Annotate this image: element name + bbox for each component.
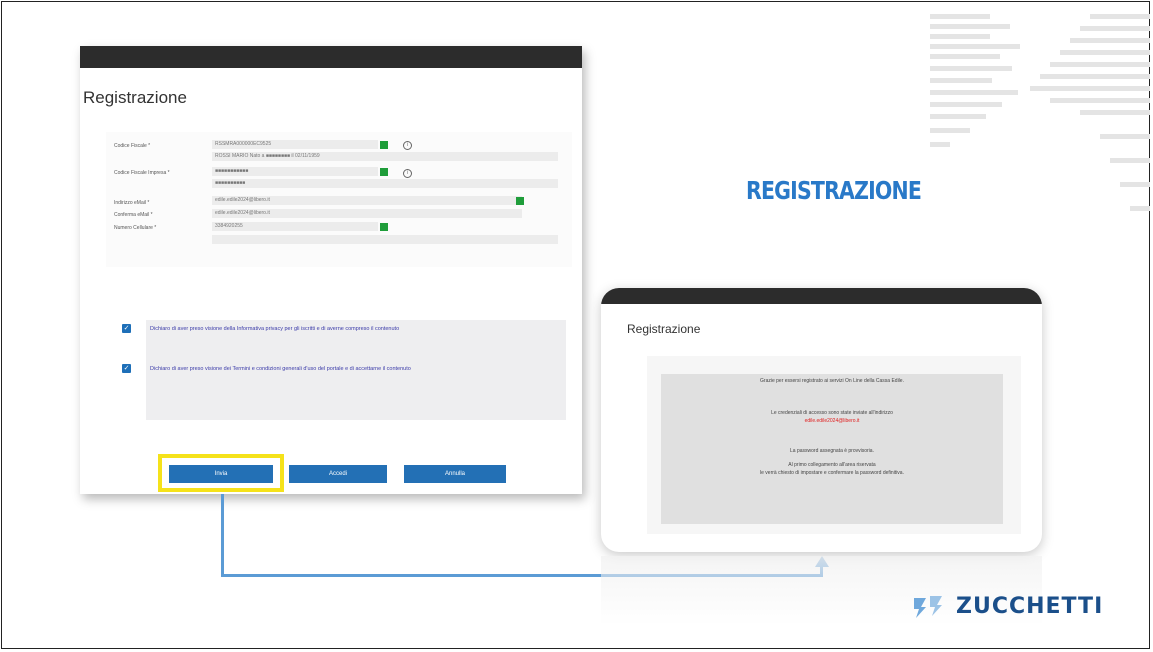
- registration-form: Codice Fiscale * RSSMRA000000EC9525 i RO…: [106, 132, 572, 267]
- decorative-stripes: [930, 8, 1150, 248]
- confirm-email-label: Conferma eMail *: [114, 212, 153, 218]
- zucchetti-logo-icon: [914, 596, 942, 618]
- mobile-details: [212, 235, 558, 244]
- codice-fiscale-impresa-input[interactable]: ■■■■■■■■■■■: [212, 167, 378, 176]
- annulla-button[interactable]: Annulla: [404, 465, 506, 483]
- codice-fiscale-input[interactable]: RSSMRA000000EC9525: [212, 140, 378, 149]
- confirmation-title: Registrazione: [627, 322, 701, 336]
- info-icon[interactable]: i: [403, 141, 412, 150]
- valid-icon: [380, 141, 388, 149]
- thanks-text: Grazie per essersi registrato ai servizi…: [760, 378, 904, 384]
- credentials-text: Le credenziali di accesso sono state inv…: [771, 410, 893, 416]
- privacy-checkbox-text[interactable]: Dichiaro di aver preso visione della Inf…: [150, 326, 565, 332]
- app-topbar: [601, 288, 1042, 304]
- valid-icon: [380, 168, 388, 176]
- first-login-text: Al primo collegamento all'area riservata: [788, 462, 876, 468]
- mobile-label: Numero Cellulare *: [114, 225, 157, 231]
- registration-form-screenshot: Registrazione Codice Fiscale * RSSMRA000…: [80, 46, 582, 494]
- confirmation-screenshot: Registrazione Grazie per essersi registr…: [601, 288, 1042, 552]
- flow-arrow: [221, 494, 224, 576]
- app-topbar: [80, 46, 582, 68]
- form-title: Registrazione: [83, 88, 187, 107]
- logo-text: ZUCCHETTI: [956, 594, 1104, 619]
- email-label: Indirizzo eMail *: [114, 200, 150, 206]
- confirmation-panel: Grazie per essersi registrato ai servizi…: [647, 356, 1021, 534]
- privacy-checkbox[interactable]: ✓: [122, 324, 131, 333]
- terms-checkbox[interactable]: ✓: [122, 364, 131, 373]
- accedi-button[interactable]: Accedi: [289, 465, 387, 483]
- impresa-details: ■■■■■■■■■■: [212, 179, 558, 188]
- terms-checkbox-text[interactable]: Dichiaro di aver preso visione dei Termi…: [150, 366, 480, 372]
- info-icon[interactable]: i: [403, 169, 412, 178]
- sent-email: edile.edile2024@libero.it: [804, 418, 860, 424]
- confirm-email-input[interactable]: edile.edile2024@libero.it: [212, 209, 522, 218]
- temp-password-text: La password assegnata è provvisoria.: [790, 448, 874, 454]
- invia-highlight: [158, 454, 284, 492]
- mobile-input[interactable]: 3384920255: [212, 222, 378, 231]
- email-input[interactable]: edile.edile2024@libero.it: [212, 196, 522, 205]
- set-password-text: le verrà chiesto di impostare e conferma…: [760, 470, 904, 476]
- valid-icon: [516, 197, 524, 205]
- codice-fiscale-details: ROSSI MARIO Nato a ■■■■■■■■ il 02/11/195…: [212, 152, 558, 161]
- slide-title: REGISTRAZIONE: [746, 176, 922, 205]
- codice-fiscale-label: Codice Fiscale *: [114, 143, 151, 149]
- codice-fiscale-impresa-label: Codice Fiscale Impresa *: [114, 170, 170, 176]
- valid-icon: [380, 223, 388, 231]
- confirmation-message: Grazie per essersi registrato ai servizi…: [661, 374, 1003, 524]
